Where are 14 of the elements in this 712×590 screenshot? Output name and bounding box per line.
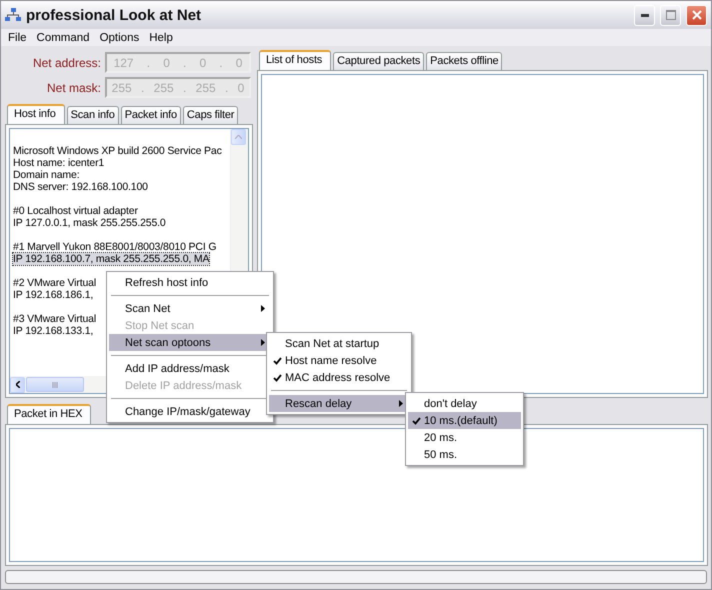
host-info-line: IP 192.168.186.1, xyxy=(13,289,94,301)
host-info-line: #3 VMware Virtual xyxy=(13,313,96,325)
field-label: Net mask: xyxy=(46,80,102,94)
host-info-line: #0 Localhost virtual adapter xyxy=(13,205,138,217)
host-info-line: DNS server: 192.168.100.100 xyxy=(13,181,148,193)
host-info-line: IP 192.168.133.1, xyxy=(13,325,94,337)
host-info-line: Host name: icenter1 xyxy=(13,157,104,169)
host-info-line: IP 127.0.0.1, mask 255.255.255.0 xyxy=(13,217,166,229)
host-info-line: #2 VMware Virtual xyxy=(13,277,96,289)
host-info-line: Domain name: xyxy=(13,169,80,181)
host-info-line: Microsoft Windows XP build 2600 Service Pac xyxy=(13,145,222,157)
host-info-line: #1 Marvell Yukon 88E8001/8003/8010 PCI G xyxy=(13,241,216,253)
window-title: professional Look at Net xyxy=(26,6,202,24)
field-label: Net address: xyxy=(32,56,102,70)
